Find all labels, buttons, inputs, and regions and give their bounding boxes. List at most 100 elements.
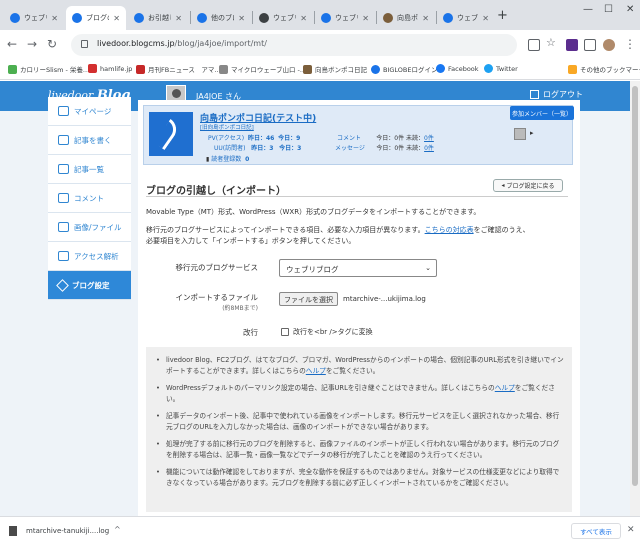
bookmark-item[interactable]: Facebook — [436, 64, 479, 73]
bookmark-label: Twitter — [496, 64, 518, 73]
browser-tab[interactable]: お引越しし ✕ — [128, 6, 188, 30]
tab-strip: ウェブリブロ ✕ ブログの引 ✕ お引越しし ✕ 他のブログ ✕ ウェブリブロ … — [0, 0, 640, 30]
onenote-icon[interactable] — [566, 39, 578, 51]
chevron-right-icon[interactable]: ▸ — [530, 129, 534, 137]
newline-option-label[interactable]: 改行を<br />タグに変換 — [293, 327, 373, 337]
star-icon[interactable]: ☆ — [546, 36, 558, 49]
newline-checkbox[interactable] — [281, 328, 289, 336]
close-icon[interactable]: ✕ — [300, 14, 307, 23]
bookmark-label: BIGLOBEログイン — [383, 66, 438, 74]
close-icon[interactable]: ✕ — [482, 14, 489, 23]
sidebar-item-write[interactable]: 記事を書く — [48, 126, 131, 155]
logout-label: ログアウト — [543, 90, 583, 99]
intro2-text: 移行元のブログサービスによってインポートできる項目、必要な入力項目が異なります。 — [146, 226, 425, 234]
help-link[interactable]: ヘルプ — [306, 367, 326, 375]
bookmark-label: その他のブックマーク — [580, 66, 640, 74]
browser-tab[interactable]: ウェブリブロ ✕ — [4, 6, 64, 30]
help-link[interactable]: ヘルプ — [495, 384, 515, 392]
folder-icon — [568, 64, 577, 74]
close-icon[interactable]: ✕ — [113, 14, 120, 23]
blog-subtitle[interactable]: [旧向島ポンポコ日記] — [200, 123, 254, 131]
scrollbar-thumb[interactable] — [632, 86, 638, 486]
maximize-icon[interactable]: ☐ — [604, 4, 613, 15]
tab-label: 向島ポンポ — [397, 14, 418, 22]
sidebar-item-analytics[interactable]: アクセス解析 — [48, 242, 131, 271]
sidebar-item-label: 画像/ファイル — [74, 222, 122, 232]
minimize-icon[interactable]: — — [583, 4, 593, 15]
tab-favicon-icon — [321, 13, 331, 23]
pv-yesterday: 昨日：46 — [247, 135, 275, 142]
bookmark-item[interactable]: 向島ボンポコ日記 — [303, 64, 367, 74]
sidebar-item-comments[interactable]: コメント — [48, 184, 131, 213]
browser-tab[interactable]: 他のブログ ✕ — [191, 6, 251, 30]
member-avatar[interactable] — [514, 128, 526, 140]
bookmark-item[interactable]: 月刊FBニュース アマ... — [136, 64, 221, 74]
browser-toolbar: ← → ↻ livedoor.blogcms.jp/blog/ja4joe/im… — [0, 30, 640, 60]
sidebar-item-blog-settings[interactable]: ブログ設定 — [48, 271, 131, 300]
reload-icon[interactable]: ↻ — [47, 37, 57, 51]
share-icon[interactable] — [528, 39, 540, 51]
tab-label: ブログの引 — [86, 14, 109, 22]
tab-favicon-icon — [72, 13, 82, 23]
blog-thumbnail[interactable] — [149, 112, 193, 156]
back-to-settings-button[interactable]: ◂ ブログ設定に戻る — [493, 179, 563, 192]
logout-button[interactable]: ログアウト — [530, 89, 583, 100]
bookmark-favicon-icon — [303, 64, 312, 74]
twitter-icon — [484, 64, 493, 73]
close-icon[interactable]: ✕ — [627, 525, 635, 535]
back-icon[interactable]: ← — [7, 37, 17, 51]
close-window-icon[interactable]: ✕ — [626, 4, 634, 15]
message-unread-link[interactable]: 0件 — [424, 145, 434, 152]
tab-label: ウェブリブロ — [24, 14, 47, 22]
close-icon[interactable]: ✕ — [51, 14, 58, 23]
tab-favicon-icon — [10, 13, 20, 23]
sidebar-item-label: 記事を書く — [74, 135, 112, 145]
intro-text-2: 移行元のブログサービスによってインポートできる項目、必要な入力項目が異なります。… — [146, 225, 530, 247]
close-icon[interactable]: ✕ — [238, 14, 245, 23]
tab-favicon-icon — [443, 13, 453, 23]
comment-unread-link[interactable]: 0件 — [424, 135, 434, 142]
choose-file-button[interactable]: ファイルを選択 — [279, 292, 338, 306]
scrollbar[interactable] — [630, 81, 640, 516]
bookmark-item[interactable]: Twitter — [484, 64, 518, 73]
sidebar-item-label: アクセス解析 — [74, 251, 119, 261]
comment-today: 今日：0件 — [376, 135, 405, 142]
service-select[interactable]: ウェブリブログ ⌄ — [279, 259, 437, 277]
address-bar[interactable]: livedoor.blogcms.jp/blog/ja4joe/import/m… — [71, 34, 517, 56]
profile-avatar[interactable] — [603, 39, 615, 51]
extensions-icon[interactable] — [584, 39, 596, 51]
document-icon — [58, 164, 69, 174]
page-viewport: livedoor Blog JA4JOE さん ログアウト マイページ 記事を書… — [0, 81, 640, 516]
compat-table-link[interactable]: こちらの対応表 — [425, 226, 474, 234]
bookmark-item[interactable]: hamlife.jp — [88, 64, 132, 73]
menu-icon[interactable]: ⋮ — [624, 37, 636, 51]
browser-tab[interactable]: ウェブリブロ ✕ — [315, 6, 375, 30]
download-file-name[interactable]: mtarchive-tanukiji....log — [26, 527, 109, 535]
chevron-up-icon[interactable]: ^ — [114, 525, 121, 534]
bookmark-item[interactable]: BIGLOBEログイン — [371, 64, 438, 74]
bookmark-item[interactable]: カロリーSlism - 栄養... — [8, 64, 89, 74]
tab-label: ウェブリブロ — [273, 14, 296, 22]
sidebar-item-mypage[interactable]: マイページ — [48, 97, 131, 126]
forward-icon[interactable]: → — [27, 37, 37, 51]
pv-today: 今日：9 — [278, 135, 301, 142]
close-icon[interactable]: ✕ — [422, 14, 429, 23]
notes-box: livedoor Blog、FC2ブログ、はてなブログ、ブロマガ、WordPre… — [146, 347, 572, 512]
show-all-button[interactable]: すべて表示 — [571, 523, 621, 539]
list-item: 機能については動作確認をしておりますが、完全な動作を保証するものではありません。… — [156, 467, 564, 489]
sidebar-nav: マイページ 記事を書く 記事一覧 コメント 画像/ファイル アクセス解析 ブログ… — [48, 97, 131, 300]
new-tab-icon[interactable]: + — [497, 8, 508, 23]
bookmark-item[interactable]: その他のブックマーク — [568, 64, 640, 74]
bookmark-item[interactable]: マイクロウェーブ山口 -... — [219, 64, 306, 74]
close-icon[interactable]: ✕ — [362, 14, 369, 23]
browser-tab[interactable]: 向島ポンポ ✕ — [377, 6, 435, 30]
close-icon[interactable]: ✕ — [175, 14, 182, 23]
browser-tab[interactable]: ウェブリブロ ✕ — [437, 6, 495, 30]
page-title: ブログの引越し（インポート） — [146, 186, 286, 197]
browser-tab[interactable]: ウェブリブロ ✕ — [253, 6, 313, 30]
sidebar-item-images[interactable]: 画像/ファイル — [48, 213, 131, 242]
member-list-button[interactable]: 参加メンバー（一覧） — [510, 106, 574, 120]
sidebar-item-articles[interactable]: 記事一覧 — [48, 155, 131, 184]
browser-tab-active[interactable]: ブログの引 ✕ — [66, 6, 126, 30]
file-label-text: インポートするファイル — [175, 293, 259, 302]
